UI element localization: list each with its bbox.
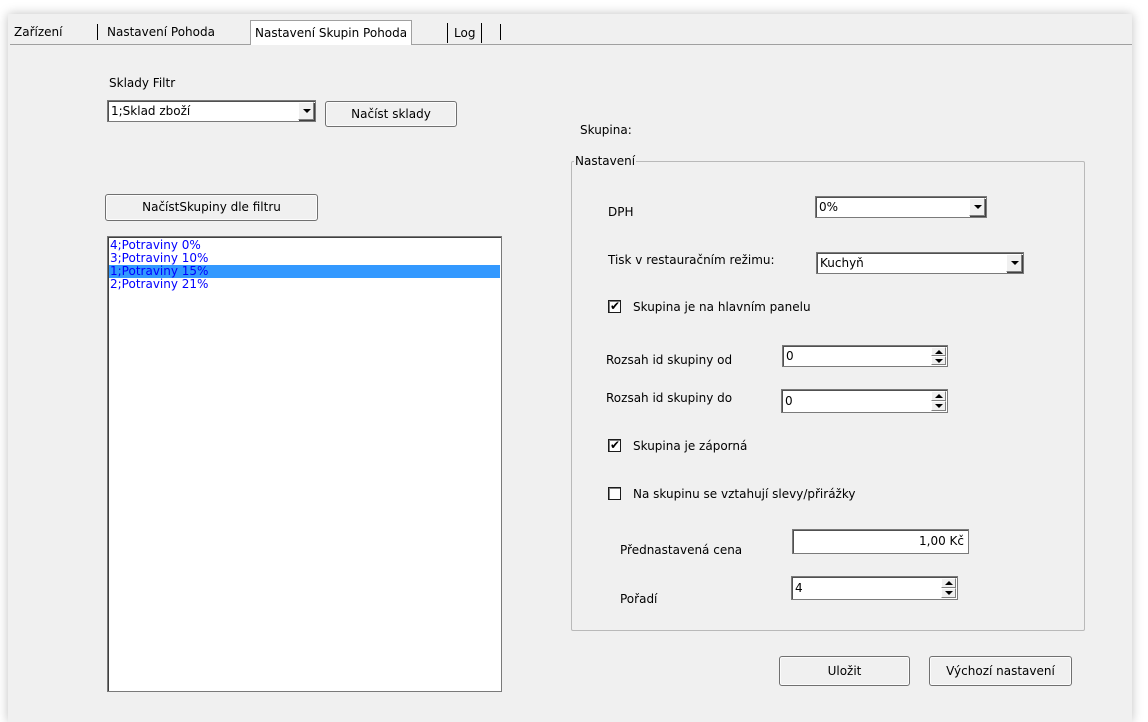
dph-select[interactable]: 0% [815,196,987,218]
groups-list[interactable]: 4;Potraviny 0% 3;Potraviny 10% 1;Potravi… [107,236,502,692]
tab-strip: Zařízení Nastavení Pohoda Nastavení Skup… [10,20,1130,45]
load-warehouses-button[interactable]: Načíst sklady [325,101,457,127]
print-mode-value: Kuchyň [820,256,864,270]
negative-group-checkbox[interactable]: ✔ [608,438,621,452]
sklady-filter-value: 1;Sklad zboží [111,104,191,118]
main-panel-label: Skupina je na hlavním panelu [633,300,811,314]
order-label: Pořadí [620,592,658,606]
order-value: 4 [795,581,803,595]
save-button[interactable]: Uložit [779,656,910,686]
tab-log[interactable]: Log [447,23,483,43]
discounts-label: Na skupinu se vztahují slevy/přirážky [633,487,856,501]
tab-separator [97,24,98,40]
load-groups-button[interactable]: NačístSkupiny dle filtru [105,194,318,221]
discounts-checkbox[interactable] [608,487,621,500]
print-mode-select[interactable]: Kuchyň [816,252,1024,274]
checkmark-icon: ✔ [610,299,621,313]
chevron-down-icon[interactable] [969,198,985,216]
sklady-filter-label: Sklady Filtr [109,76,176,90]
dph-label: DPH [608,205,634,219]
chevron-down-icon[interactable] [298,102,314,120]
default-settings-button[interactable]: Výchozí nastavení [929,656,1072,686]
spinner-down-icon[interactable] [931,401,946,411]
dph-value: 0% [819,200,839,214]
range-to-label: Rozsah id skupiny do [606,391,733,405]
print-mode-label: Tisk v restauračním režimu: [608,253,775,267]
spinner-down-icon[interactable] [931,356,946,365]
list-item[interactable]: 2;Potraviny 21% [109,278,500,291]
checkmark-icon: ✔ [610,438,621,452]
tab-nastaveni-pohoda[interactable]: Nastavení Pohoda [103,20,219,44]
spinner-buttons [941,578,956,598]
chevron-down-icon[interactable] [1006,254,1022,272]
range-to-spinner[interactable]: 0 [781,389,948,413]
order-spinner[interactable]: 4 [791,576,958,600]
spinner-up-icon[interactable] [931,347,946,356]
tab-separator [500,24,501,40]
range-from-value: 0 [786,349,794,363]
group-label: Skupina: [580,123,632,137]
range-to-value: 0 [785,394,793,408]
range-from-spinner[interactable]: 0 [782,345,948,367]
spinner-buttons [931,391,946,411]
default-price-input[interactable]: 1,00 Kč [792,529,969,554]
spinner-down-icon[interactable] [941,588,956,598]
spinner-up-icon[interactable] [931,391,946,401]
range-from-label: Rozsah id skupiny od [606,353,733,367]
default-price-label: Přednastavená cena [620,543,743,557]
tab-zarizeni[interactable]: Zařízení [10,20,67,44]
negative-group-label: Skupina je záporná [633,439,748,453]
main-panel-checkbox[interactable]: ✔ [608,299,621,313]
spinner-up-icon[interactable] [941,578,956,588]
spinner-buttons [931,347,946,365]
sklady-filter-select[interactable]: 1;Sklad zboží [107,100,316,122]
tab-nastaveni-skupin-pohoda[interactable]: Nastavení Skupin Pohoda [250,20,413,45]
settings-groupbox-title: Nastavení [574,154,637,168]
